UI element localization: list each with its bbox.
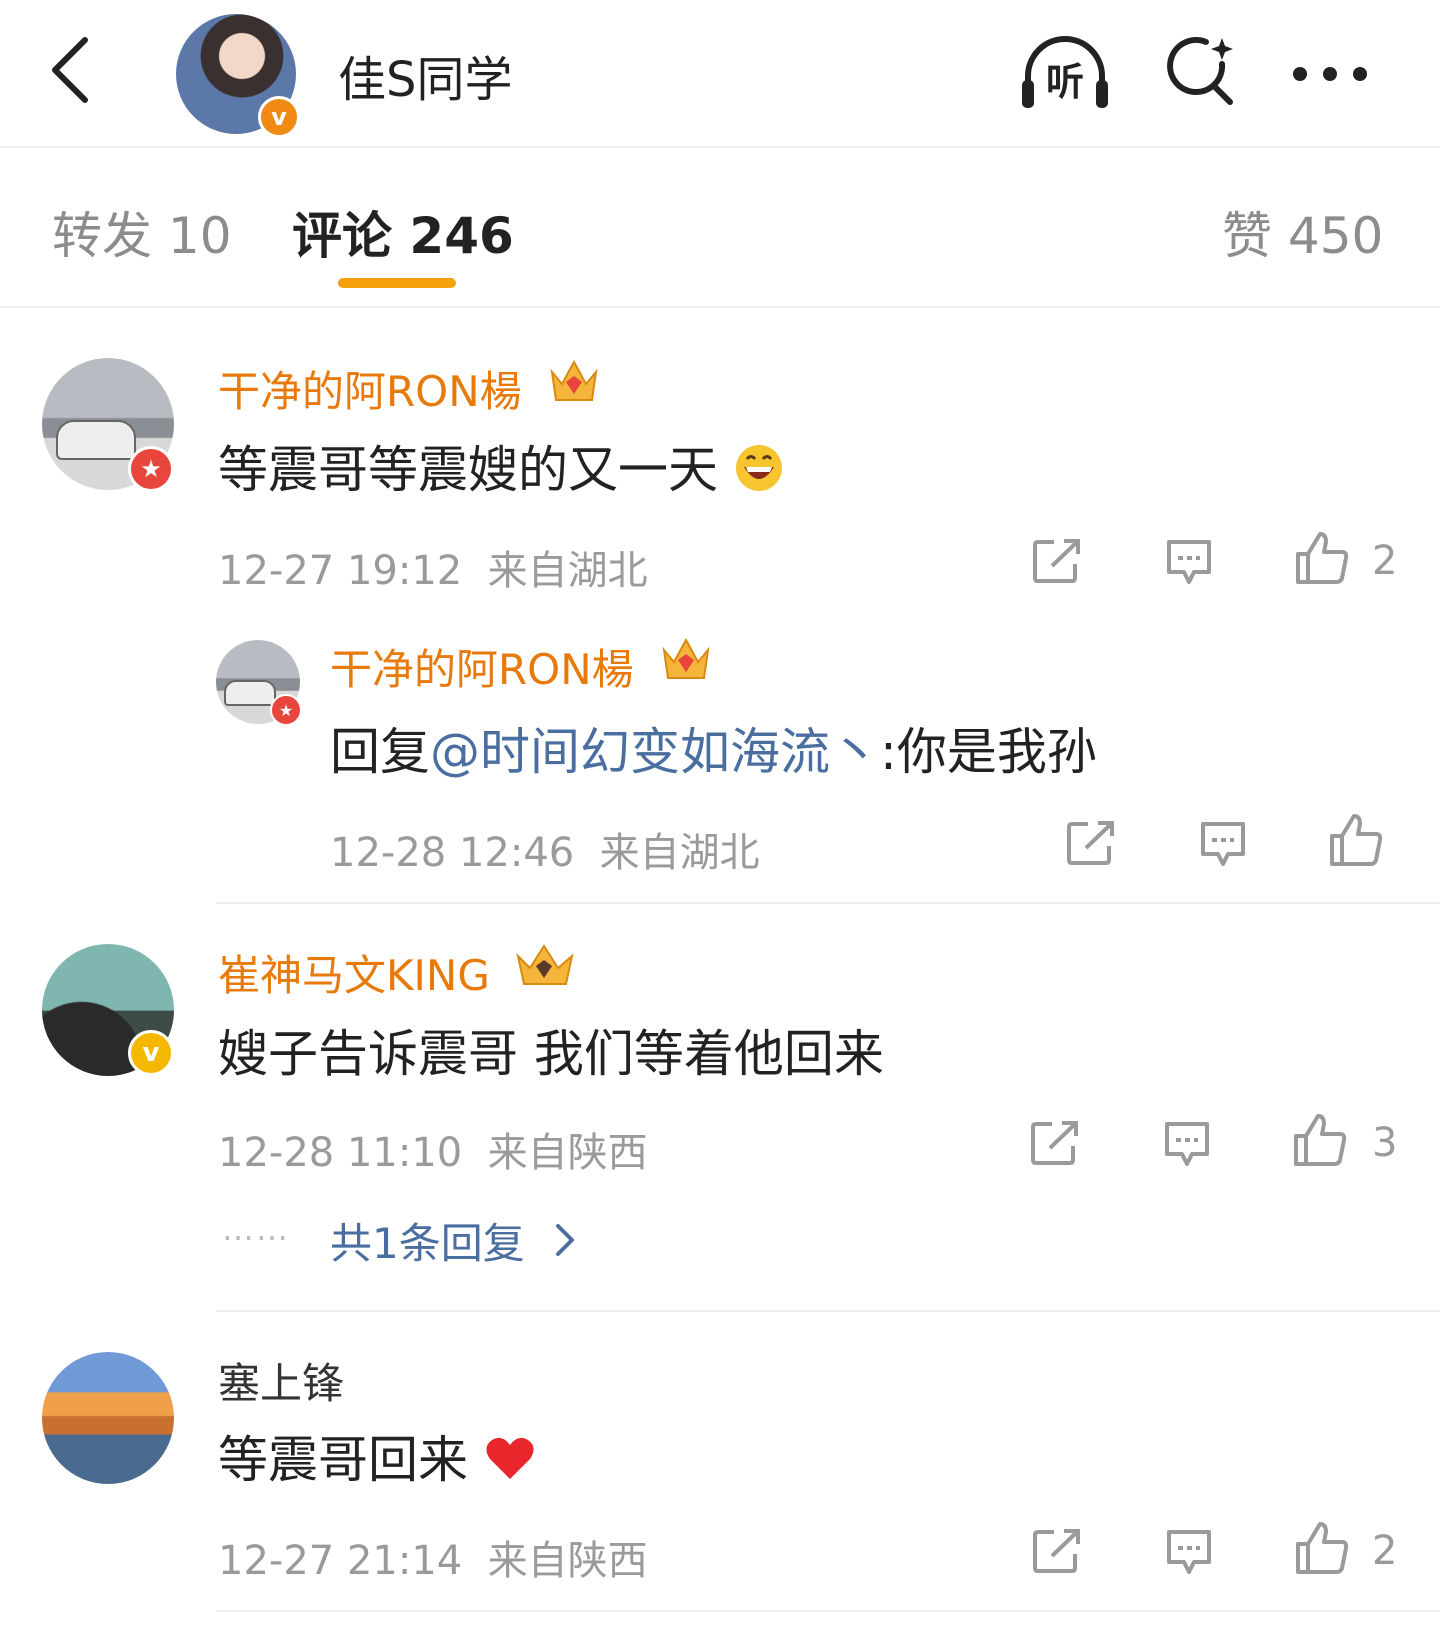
chevron-left-icon bbox=[52, 37, 88, 103]
comment-username[interactable]: 塞上锋 bbox=[218, 1350, 344, 1411]
tab-likes[interactable]: 赞 450 bbox=[1222, 196, 1383, 268]
like-count: 2 bbox=[1372, 1528, 1398, 1574]
share-button[interactable] bbox=[1066, 820, 1116, 870]
tab-comments[interactable]: 评论 246 bbox=[292, 196, 514, 268]
avatar[interactable] bbox=[42, 1352, 174, 1484]
share-icon bbox=[1033, 1529, 1080, 1573]
reply-time: 12-28 12:46 bbox=[330, 830, 575, 876]
more-replies-link[interactable]: …… 共1条回复 bbox=[222, 1210, 574, 1270]
comment-time: 12-27 21:14 bbox=[218, 1538, 463, 1584]
listen-label: 听 bbox=[1045, 59, 1084, 104]
mention-link[interactable]: @时间幻变如海流丶 bbox=[430, 723, 880, 781]
like-button[interactable] bbox=[1292, 1112, 1348, 1172]
reply-meta: 12-28 12:46 来自湖北 bbox=[330, 820, 760, 878]
comment-text: 等震哥回来 bbox=[218, 1420, 536, 1492]
comment-text: 等震哥等震嫂的又一天 bbox=[218, 430, 784, 502]
more-button[interactable] bbox=[1290, 54, 1370, 94]
more-dots: …… bbox=[222, 1210, 290, 1248]
comment-meta: 12-28 11:10 来自陕西 bbox=[218, 1120, 648, 1178]
share-icon bbox=[1031, 1121, 1078, 1165]
share-button[interactable] bbox=[1030, 1120, 1080, 1170]
tab-repost[interactable]: 转发 10 bbox=[52, 196, 232, 268]
comment-time: 12-28 11:10 bbox=[218, 1130, 463, 1176]
grinning-face-icon bbox=[735, 445, 782, 491]
comment-icon bbox=[1167, 1530, 1211, 1574]
verified-badge: v bbox=[258, 96, 300, 138]
like-button[interactable] bbox=[1328, 812, 1384, 872]
comment-username[interactable]: 崔神马文KING bbox=[218, 942, 490, 1003]
listen-button[interactable]: 听 bbox=[1018, 34, 1112, 114]
thumbs-up-icon bbox=[1294, 1114, 1347, 1166]
tab-bar: 转发 10 评论 246 赞 450 bbox=[0, 148, 1440, 308]
reply-location: 来自湖北 bbox=[599, 830, 760, 876]
reply-text: 回复@时间幻变如海流丶:你是我孙 bbox=[330, 723, 1097, 781]
chevron-right-icon bbox=[556, 1224, 574, 1256]
comment-text: 嫂子告诉震哥 我们等着他回来 bbox=[218, 1025, 884, 1083]
divider bbox=[216, 1310, 1440, 1312]
like-button[interactable] bbox=[1294, 1520, 1350, 1580]
verified-badge: v bbox=[128, 1030, 174, 1076]
comment-location: 来自陕西 bbox=[487, 1130, 648, 1176]
red-heart-icon bbox=[486, 1437, 534, 1479]
member-badge: ★ bbox=[128, 446, 174, 492]
more-icon bbox=[1293, 67, 1367, 81]
reply-button[interactable] bbox=[1162, 1120, 1212, 1172]
crown-icon bbox=[516, 944, 574, 985]
thumbs-up-icon bbox=[1296, 1522, 1349, 1574]
comment-icon bbox=[1201, 822, 1245, 866]
like-count: 3 bbox=[1372, 1120, 1398, 1166]
search-button[interactable] bbox=[1164, 34, 1240, 110]
reply-button[interactable] bbox=[1164, 1528, 1214, 1580]
crown-icon bbox=[550, 359, 598, 401]
thumbs-up-icon bbox=[1330, 814, 1383, 866]
comment-icon bbox=[1167, 540, 1211, 584]
page-title: 佳S同学 bbox=[338, 52, 513, 108]
like-button[interactable] bbox=[1294, 530, 1350, 590]
top-bar: v 佳S同学 听 bbox=[0, 0, 1440, 148]
comment-username[interactable]: 干净的阿RON楊 bbox=[218, 358, 522, 419]
crown-icon bbox=[662, 637, 710, 679]
like-count: 2 bbox=[1372, 538, 1398, 584]
divider bbox=[216, 902, 1440, 904]
share-icon bbox=[1033, 539, 1080, 583]
thumbs-up-icon bbox=[1296, 532, 1349, 584]
comment-time: 12-27 19:12 bbox=[218, 548, 463, 594]
more-replies-label: 共1条回复 bbox=[330, 1219, 525, 1268]
active-tab-indicator bbox=[338, 278, 456, 288]
search-icon bbox=[1167, 37, 1233, 105]
comment-icon bbox=[1165, 1122, 1209, 1166]
share-icon bbox=[1067, 821, 1114, 865]
reply-button[interactable] bbox=[1198, 820, 1248, 872]
reply-username[interactable]: 干净的阿RON楊 bbox=[330, 636, 634, 697]
comment-meta: 12-27 19:12 来自湖北 bbox=[218, 538, 648, 596]
divider bbox=[216, 1610, 1440, 1612]
reply-button[interactable] bbox=[1164, 538, 1214, 590]
comment-location: 来自陕西 bbox=[487, 1538, 648, 1584]
comment-location: 来自湖北 bbox=[487, 548, 648, 594]
share-button[interactable] bbox=[1032, 1528, 1082, 1578]
member-badge: ★ bbox=[270, 694, 302, 726]
share-button[interactable] bbox=[1032, 538, 1082, 588]
comment-meta: 12-27 21:14 来自陕西 bbox=[218, 1528, 648, 1586]
back-button[interactable] bbox=[40, 30, 100, 110]
